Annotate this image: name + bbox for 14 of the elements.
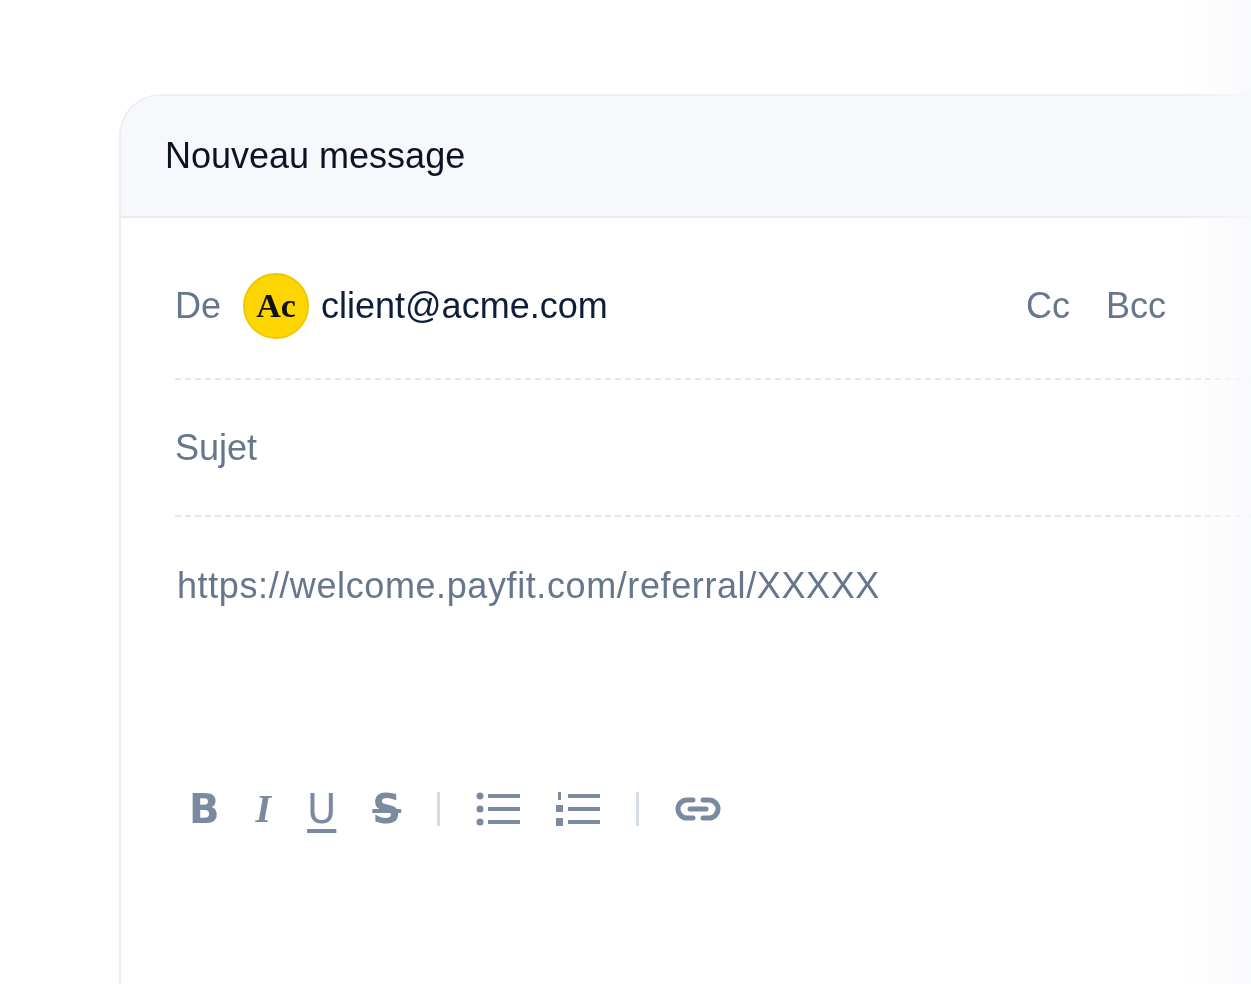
strikethrough-button[interactable]: S <box>372 787 402 831</box>
avatar: Ac <box>243 273 310 339</box>
from-label: De <box>175 285 222 327</box>
link-icon[interactable] <box>675 797 722 821</box>
bullet-list-icon[interactable] <box>476 791 521 827</box>
recipient-option-link[interactable]: Cc <box>1026 285 1070 327</box>
underline-button[interactable]: U <box>307 787 337 831</box>
bold-button[interactable]: B <box>189 787 220 831</box>
italic-button[interactable]: I <box>255 787 272 831</box>
recipient-option-link[interactable]: Bcc <box>1106 285 1166 327</box>
window-title: Nouveau message <box>165 135 466 177</box>
numbered-list-icon[interactable] <box>556 791 601 827</box>
message-body-text: https://welcome.payfit.com/referral/XXXXX <box>177 565 880 606</box>
sender-email: client@acme.com <box>321 285 608 327</box>
